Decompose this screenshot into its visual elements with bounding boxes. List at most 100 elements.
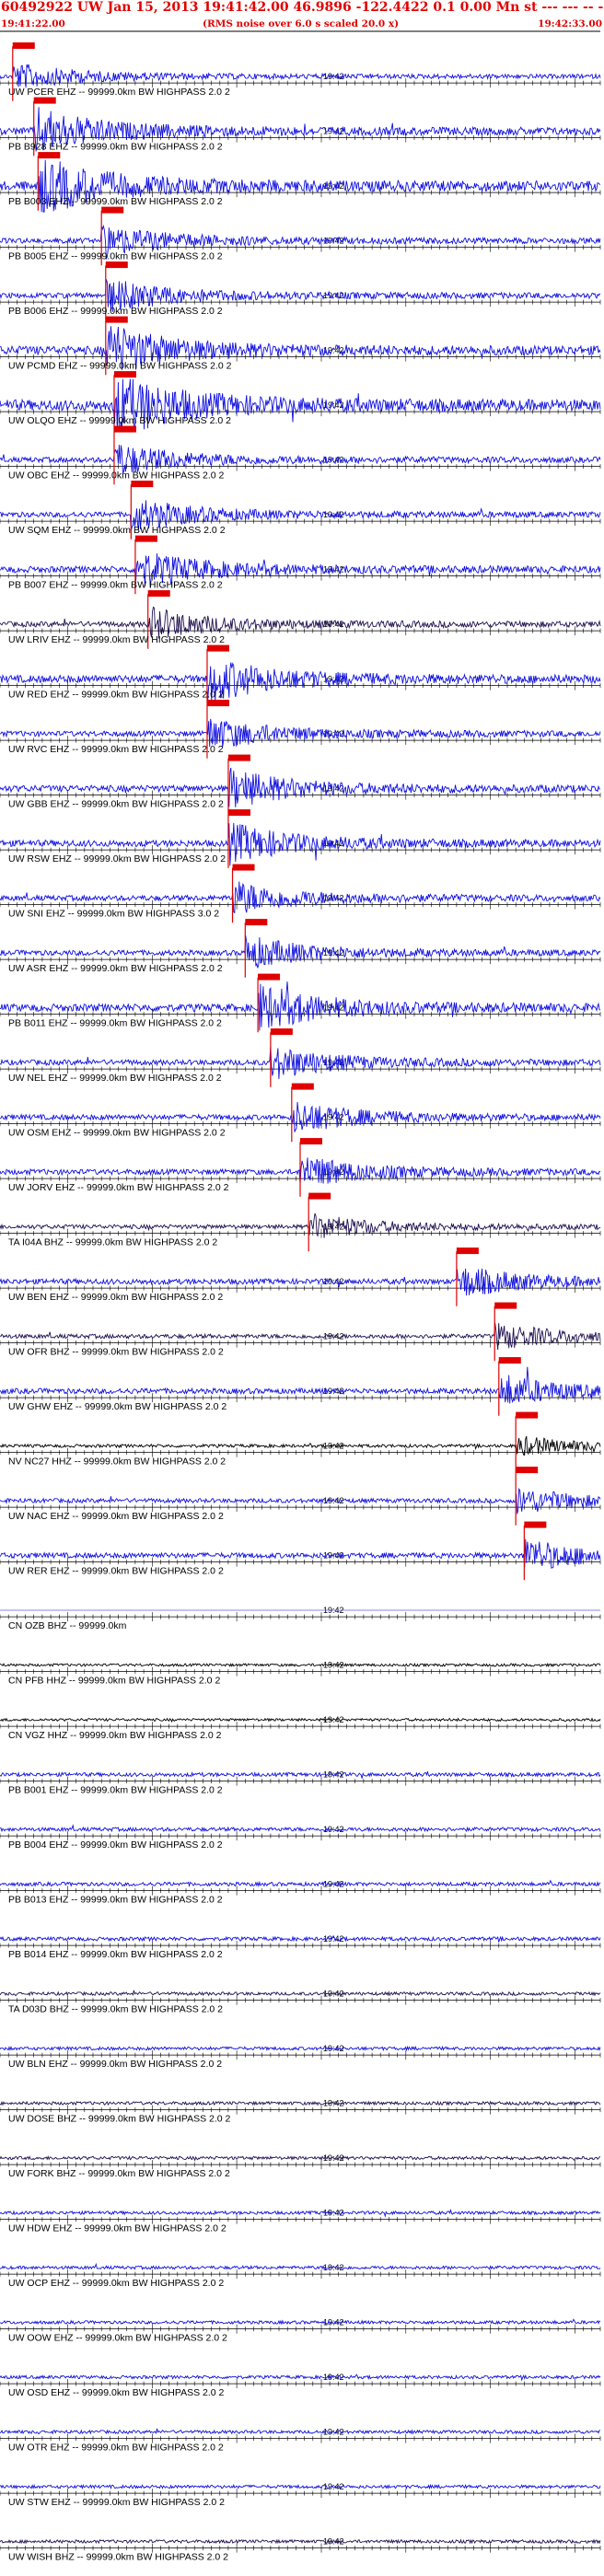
station-label: PB B003 EHZ -- 99999.0km BW HIGHPASS 2.0… (8, 196, 223, 207)
pick-flag (131, 481, 154, 488)
pick-flag (291, 1083, 314, 1090)
station-label: UW WISH BHZ -- 99999.0km BW HIGHPASS 2.0… (8, 2552, 228, 2563)
trace-row: 19:42PB B003 EHZ -- 99999.0km BW HIGHPAS… (0, 152, 601, 213)
station-label: UW JORV EHZ -- 99999.0km BW HIGHPASS 2.0… (8, 1182, 229, 1193)
trace-row: 19:42 UW WISH BHZ -- 99999.0km BW HIGHPAS… (0, 2537, 601, 2563)
station-label: UW NAC EHZ -- 99999.0km BW HIGHPASS 2.0 … (8, 1511, 224, 1522)
minute-label: 19:42 (323, 2537, 344, 2547)
pick-flag (300, 1138, 322, 1145)
trace-row: 19:42PB B011 EHZ -- 99999.0km BW HIGHPAS… (0, 973, 601, 1033)
pick-flag (227, 809, 250, 817)
pick-flag (206, 700, 229, 707)
trace-row: 19:42UW BEN EHZ -- 99999.0km BW HIGHPASS… (0, 1247, 601, 1306)
trace-row: 19:42UW PCER EHZ -- 99999.0km BW HIGHPAS… (0, 42, 601, 101)
trace-row: 19:42UW OSD EHZ -- 99999.0km BW HIGHPASS… (0, 2373, 601, 2398)
station-label: UW BLN EHZ -- 99999.0km BW HIGHPASS 2.0 … (8, 2059, 222, 2070)
station-label: UW OSD EHZ -- 99999.0km BW HIGHPASS 2.0 … (8, 2387, 225, 2398)
trace-row: 19:42UW ASR EHZ -- 99999.0km BW HIGHPASS… (0, 919, 601, 978)
trace-row: 19:42UW NEL EHZ -- 99999.0km BW HIGHPASS… (0, 1028, 601, 1087)
station-label: TA D03D BHZ -- 99999.0km BW HIGHPASS 2.0… (8, 2004, 223, 2015)
trace-row: 19:42PB B005 EHZ -- 99999.0km BW HIGHPAS… (0, 206, 601, 266)
trace-row: 19:42 UW OFR BHZ -- 99999.0km BW HIGHPASS… (0, 1302, 601, 1362)
waveform (0, 2538, 601, 2545)
pick-flag (498, 1357, 521, 1364)
trace-row: 19:42UW JORV EHZ -- 99999.0km BW HIGHPAS… (0, 1138, 601, 1197)
pick-flag (206, 644, 229, 652)
station-label: UW OBC EHZ -- 99999.0km BW HIGHPASS 2.0 … (8, 470, 225, 482)
station-label: UW BEN EHZ -- 99999.0km BW HIGHPASS 2.0 … (8, 1292, 223, 1303)
trace-row: 19:42CN PFB HHZ -- 99999.0km BW HIGHPASS… (0, 1661, 601, 1687)
station-label: UW GHW EHZ -- 99999.0km BW HIGHPASS 2.0 … (8, 1401, 226, 1412)
pick-flag (38, 152, 61, 159)
waveform (0, 2045, 601, 2052)
station-label: NV NC27 HHZ -- 99999.0km BW HIGHPASS 2.0… (8, 1456, 226, 1468)
station-label: UW RER EHZ -- 99999.0km BW HIGHPASS 2.0 … (8, 1566, 224, 1577)
trace-row: 19:42 UW OCP EHZ -- 99999.0km BW HIGHPASS… (0, 2262, 601, 2289)
station-label: UW HDW EHZ -- 99999.0km BW HIGHPASS 2.0 … (8, 2223, 226, 2234)
trace-row: 19:42UW OLQO EHZ -- 99999.0km BW HIGHPAS… (0, 371, 601, 433)
trace-row: 19:42UW FORK BHZ -- 99999.0km BW HIGHPAS… (0, 2153, 601, 2179)
pick-flag (227, 754, 250, 761)
station-label: UW NEL EHZ -- 99999.0km BW HIGHPASS 2.0 … (8, 1073, 222, 1084)
pick-flag (516, 1467, 539, 1474)
trace-row: 19:42 UW OOW EHZ -- 99999.0km BW HIGHPASS… (0, 2318, 601, 2344)
trace-row: 19:42UW RVC EHZ -- 99999.0km BW HIGHPASS… (0, 700, 601, 759)
trace-row: 19:42UW RSW EHZ -- 99999.0km BW HIGHPASS… (0, 809, 601, 868)
minute-label: 19:42 (323, 2318, 344, 2327)
station-label: UW OLQO EHZ -- 99999.0km BW HIGHPASS 2.0… (8, 415, 231, 426)
trace-row: 19:42UW OBC EHZ -- 99999.0km BW HIGHPASS… (0, 425, 601, 485)
station-label: TA I04A BHZ -- 99999.0km BW HIGHPASS 2.0… (8, 1237, 217, 1248)
pick-flag (147, 590, 170, 598)
trace-row: 19:42UW GHW EHZ -- 99999.0km BW HIGHPASS… (0, 1357, 601, 1416)
pick-flag (12, 42, 35, 50)
trace-row: 19:42UW NAC EHZ -- 99999.0km BW HIGHPASS… (0, 1467, 601, 1526)
pick-flag (134, 535, 157, 542)
seismogram-plot: 19:42 UW PCER EHZ -- 99999.0km BW HIGHPAS… (0, 30, 601, 2563)
trace-row: 19:42UW LRIV EHZ -- 99999.0km BW HIGHPAS… (0, 590, 601, 649)
station-label: UW SQM EHZ -- 99999.0km BW HIGHPASS 2.0 … (8, 525, 226, 536)
waveform (0, 2318, 601, 2326)
trace-row: 19:42UW GBB EHZ -- 99999.0km BW HIGHPASS… (0, 754, 601, 814)
waveform (0, 1770, 601, 1779)
station-label: UW FORK BHZ -- 99999.0km BW HIGHPASS 2.0… (8, 2168, 230, 2179)
waveform (0, 2100, 601, 2106)
trace-row: 19:42UW OTR EHZ -- 99999.0km BW HIGHPASS… (0, 2428, 601, 2454)
pick-flag (258, 973, 281, 981)
waveform (0, 1662, 601, 1667)
station-label: PB B004 EHZ -- 99999.0km BW HIGHPASS 2.0… (8, 1839, 223, 1851)
waveform (0, 2483, 601, 2490)
waveform (0, 445, 601, 474)
station-label: CN VGZ HHZ -- 99999.0km BW HIGHPASS 2.0 … (8, 1730, 222, 1741)
waveform (0, 2155, 601, 2162)
pick-flag (113, 425, 136, 433)
trace-row: 19:42CN OZB BHZ -- 99999.0km (0, 1606, 601, 1631)
waveform (0, 2373, 601, 2382)
waveform (0, 1538, 601, 1569)
trace-row: 19:42PB B928 EHZ -- 99999.0km BW HIGHPAS… (0, 97, 601, 157)
pick-flag (101, 206, 124, 214)
pick-flag (456, 1247, 479, 1255)
pick-flag (105, 316, 128, 323)
trace-row: 19:42TA D03D BHZ -- 99999.0km BW HIGHPAS… (0, 1990, 601, 2015)
station-label: UW LRIV EHZ -- 99999.0km BW HIGHPASS 2.0… (8, 634, 225, 645)
station-label: PB B928 EHZ -- 99999.0km BW HIGHPASS 2.0… (8, 142, 223, 153)
station-label: PB B001 EHZ -- 99999.0km BW HIGHPASS 2.0… (8, 1785, 223, 1796)
waveform (0, 718, 601, 748)
station-label: CN PFB HHZ -- 99999.0km BW HIGHPASS 2.0 … (8, 1676, 220, 1687)
pick-flag (113, 371, 136, 378)
minute-label: 19:42 (323, 2263, 344, 2272)
trace-row: 19:42UW DOSE BHZ -- 99999.0km BW HIGHPAS… (0, 2099, 601, 2125)
trace-row: 19:42PB B004 EHZ -- 99999.0km BW HIGHPAS… (0, 1824, 601, 1851)
trace-row: 19:42UW BLN EHZ -- 99999.0km BW HIGHPASS… (0, 2044, 601, 2070)
trace-row: 19:42PB B013 EHZ -- 99999.0km BW HIGHPAS… (0, 1879, 601, 1906)
station-label: UW RSW EHZ -- 99999.0km BW HIGHPASS 2.0 … (8, 853, 226, 864)
waveform (0, 2262, 601, 2270)
pick-flag (270, 1028, 293, 1036)
station-label: UW OOW EHZ -- 99999.0km BW HIGHPASS 2.0 … (8, 2333, 227, 2344)
trace-row: 19:42UW STW EHZ -- 99999.0km BW HIGHPASS… (0, 2482, 601, 2508)
waveform (0, 1934, 601, 1943)
trace-row: 19:42UW OSM EHZ -- 99999.0km BW HIGHPASS… (0, 1083, 601, 1143)
trace-row: 19:42UW SQM EHZ -- 99999.0km BW HIGHPASS… (0, 481, 601, 540)
trace-row: 19:42CN VGZ HHZ -- 99999.0km BW HIGHPASS… (0, 1715, 601, 1741)
station-label: CN OZB BHZ -- 99999.0km (8, 1620, 127, 1631)
